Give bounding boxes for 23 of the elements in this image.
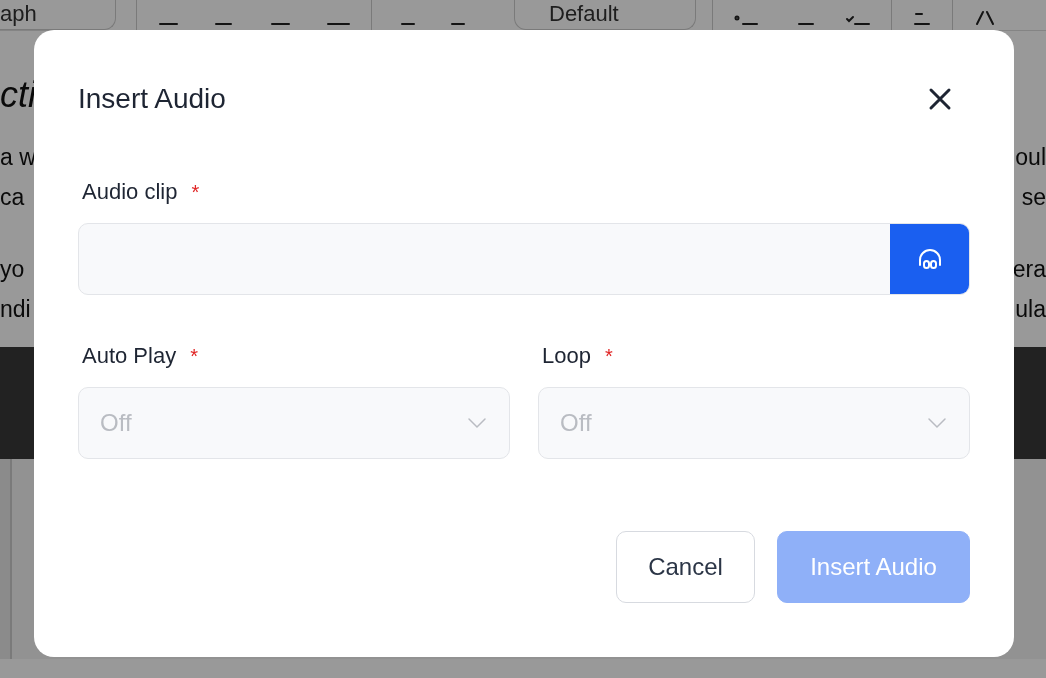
required-mark: *: [191, 180, 200, 204]
bullet-list-icon[interactable]: [733, 14, 759, 26]
paragraph-text: oul: [1015, 143, 1046, 172]
required-mark: *: [604, 344, 613, 368]
close-icon: [928, 87, 952, 111]
font-size-icon[interactable]: [973, 10, 997, 26]
paragraph-text: se: [1021, 183, 1046, 212]
paragraph-text: ca: [0, 183, 25, 212]
chevron-down-icon: [467, 417, 487, 429]
paragraph-text: yo: [0, 255, 25, 284]
dialog-title: Insert Audio: [78, 83, 226, 115]
field-label: Audio clip: [82, 179, 178, 205]
heading-text: cti: [0, 73, 36, 117]
field-label: Loop: [542, 343, 591, 369]
chevron-down-icon: [927, 417, 947, 429]
paragraph-text: era: [1012, 255, 1046, 284]
check-list-icon[interactable]: [845, 14, 871, 26]
required-mark: *: [190, 344, 198, 368]
close-button[interactable]: [928, 87, 952, 111]
paragraph-text: ula: [1015, 295, 1046, 324]
field-label: Auto Play: [82, 343, 177, 369]
cancel-button[interactable]: Cancel: [616, 531, 755, 603]
paragraph-text: ndi: [0, 295, 31, 324]
